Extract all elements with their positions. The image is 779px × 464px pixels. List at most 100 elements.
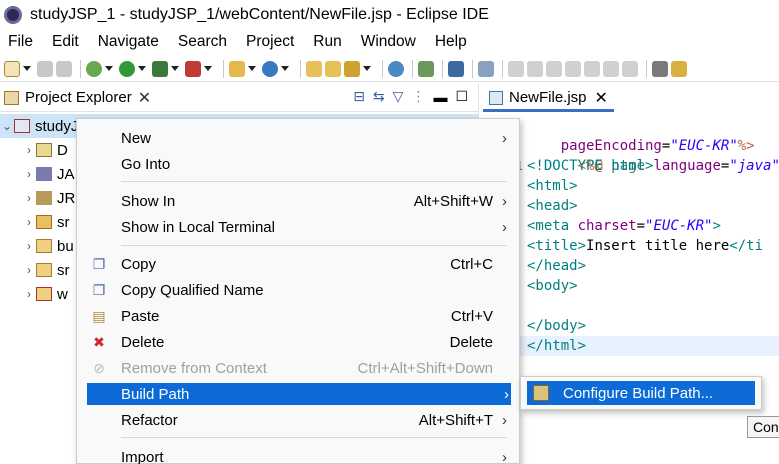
chevron-down-icon[interactable]	[204, 66, 212, 71]
menu-item-configure-build-path[interactable]: Configure Build Path...	[527, 381, 755, 405]
chevron-right-icon[interactable]: ›	[22, 215, 36, 229]
disconnect-icon[interactable]	[565, 60, 581, 77]
code-line: </body>	[479, 316, 779, 336]
project-explorer-header: Project Explorer ✕ ⊟ ⇆ ▽ ⋮ ▬ ☐	[0, 84, 478, 112]
build-path-submenu: Configure Build Path...	[520, 376, 762, 410]
chevron-down-icon[interactable]	[105, 66, 113, 71]
code-token: >	[712, 218, 721, 234]
menu-item-paste[interactable]: ▤ Paste Ctrl+V	[77, 303, 519, 329]
collapse-all-icon[interactable]: ⊟	[353, 88, 365, 105]
toolbar-separator	[646, 59, 647, 78]
code-token: <title>	[527, 238, 587, 254]
menu-item-shortcut: Ctrl+Alt+Shift+Down	[357, 359, 493, 377]
globe-icon[interactable]	[388, 60, 404, 77]
copy-qualified-icon: ❐	[92, 282, 106, 298]
code-editor[interactable]: ✕ 1<%@ page language="java" con pageEnco…	[479, 116, 779, 356]
menu-run[interactable]: Run	[313, 33, 341, 51]
filter-icon[interactable]: ▽	[393, 88, 404, 105]
chevron-down-icon[interactable]	[138, 66, 146, 71]
chevron-right-icon: ›	[504, 385, 509, 403]
search-icon[interactable]	[344, 60, 360, 77]
suspend-icon[interactable]	[527, 60, 543, 77]
toggle-block-icon[interactable]	[652, 60, 668, 77]
chevron-right-icon[interactable]: ›	[22, 143, 36, 157]
menu-item-copy[interactable]: ❐ Copy Ctrl+C	[77, 251, 519, 277]
step-return-icon[interactable]	[622, 60, 638, 77]
chevron-right-icon[interactable]: ›	[22, 263, 36, 277]
menu-item-go-into[interactable]: Go Into	[77, 151, 519, 177]
debug-icon[interactable]	[86, 60, 102, 77]
menu-item-copy-qualified-name[interactable]: ❐ Copy Qualified Name	[77, 277, 519, 303]
code-token: =	[636, 218, 646, 234]
resume-icon[interactable]	[508, 60, 524, 77]
menu-file[interactable]: File	[8, 33, 33, 51]
skip-breakpoints-icon[interactable]	[478, 60, 494, 77]
monitor-icon[interactable]	[448, 60, 464, 77]
chevron-down-icon[interactable]	[23, 66, 31, 71]
menu-edit[interactable]: Edit	[52, 33, 79, 51]
code-line: <html>	[479, 176, 779, 196]
external-tools-icon[interactable]	[185, 60, 201, 77]
tab-newfile-jsp[interactable]: NewFile.jsp ✕	[483, 86, 614, 112]
run-icon[interactable]	[119, 60, 135, 77]
menu-item-label: New	[121, 129, 152, 147]
open-folder-icon[interactable]	[325, 60, 341, 77]
menu-item-label: Delete	[121, 333, 165, 351]
next-annotation-icon[interactable]	[671, 60, 687, 77]
menu-item-import[interactable]: Import ›	[77, 444, 519, 464]
menu-item-shortcut: Delete	[449, 333, 493, 351]
chevron-down-icon[interactable]	[171, 66, 179, 71]
chevron-down-icon[interactable]	[281, 66, 289, 71]
menu-project[interactable]: Project	[246, 33, 294, 51]
menu-item-shortcut: Ctrl+V	[450, 307, 493, 325]
menu-item-build-path[interactable]: Build Path ›	[87, 383, 511, 405]
run-server-icon[interactable]	[152, 60, 168, 77]
save-all-icon[interactable]	[56, 60, 72, 77]
menu-navigate[interactable]: Navigate	[98, 33, 159, 51]
terminate-icon[interactable]	[546, 60, 562, 77]
menu-item-label: Show In	[121, 192, 176, 210]
new-icon[interactable]	[4, 60, 20, 77]
step-over-icon[interactable]	[603, 60, 619, 77]
view-menu-icon[interactable]: ⋮	[411, 88, 425, 105]
code-line: <title>Insert title here</ti	[479, 236, 779, 256]
folder-icon	[36, 263, 52, 277]
tab-project-explorer[interactable]: Project Explorer ✕	[0, 84, 151, 112]
chevron-right-icon[interactable]: ›	[22, 287, 36, 301]
chevron-down-icon[interactable]	[363, 66, 371, 71]
menu-item-show-in[interactable]: Show In Alt+Shift+W ›	[77, 188, 519, 214]
view-actions: ⊟ ⇆ ▽ ⋮ ▬ ☐	[345, 88, 468, 105]
jax-ws-icon	[36, 167, 52, 181]
source-folder-icon	[36, 215, 52, 229]
code-token: pageEncoding	[560, 138, 662, 154]
chevron-down-icon[interactable]	[248, 66, 256, 71]
close-icon[interactable]: ✕	[138, 88, 151, 108]
menu-help[interactable]: Help	[435, 33, 467, 51]
code-line: <!DOCTYPE html>	[479, 156, 779, 176]
menu-item-label: Copy	[121, 255, 157, 273]
new-class-icon[interactable]	[262, 60, 278, 77]
menu-item-show-in-terminal[interactable]: Show in Local Terminal ›	[77, 214, 519, 240]
tree-item-label: sr	[57, 261, 70, 279]
new-java-project-icon[interactable]	[229, 60, 245, 77]
chevron-down-icon[interactable]: ⌄	[0, 119, 14, 133]
chevron-right-icon[interactable]: ›	[22, 239, 36, 253]
menu-window[interactable]: Window	[361, 33, 416, 51]
chevron-right-icon[interactable]: ›	[22, 167, 36, 181]
menu-item-refactor[interactable]: Refactor Alt+Shift+T ›	[77, 407, 519, 433]
code-token: </body>	[527, 318, 587, 334]
menu-search[interactable]: Search	[178, 33, 227, 51]
step-into-icon[interactable]	[584, 60, 600, 77]
maximize-icon[interactable]: ☐	[455, 88, 468, 105]
perspective-icon[interactable]	[418, 60, 434, 77]
minimize-icon[interactable]: ▬	[433, 89, 447, 105]
close-icon[interactable]: ✕	[595, 88, 608, 108]
menu-item-new[interactable]: New ›	[77, 125, 519, 151]
save-icon[interactable]	[37, 60, 53, 77]
link-editor-icon[interactable]: ⇆	[373, 88, 385, 105]
chevron-right-icon[interactable]: ›	[22, 191, 36, 205]
menu-separator	[121, 437, 507, 438]
menu-item-delete[interactable]: ✖ Delete Delete	[77, 329, 519, 355]
open-type-icon[interactable]	[306, 60, 322, 77]
code-line: pageEncoding="EUC-KR"%>	[479, 136, 779, 156]
